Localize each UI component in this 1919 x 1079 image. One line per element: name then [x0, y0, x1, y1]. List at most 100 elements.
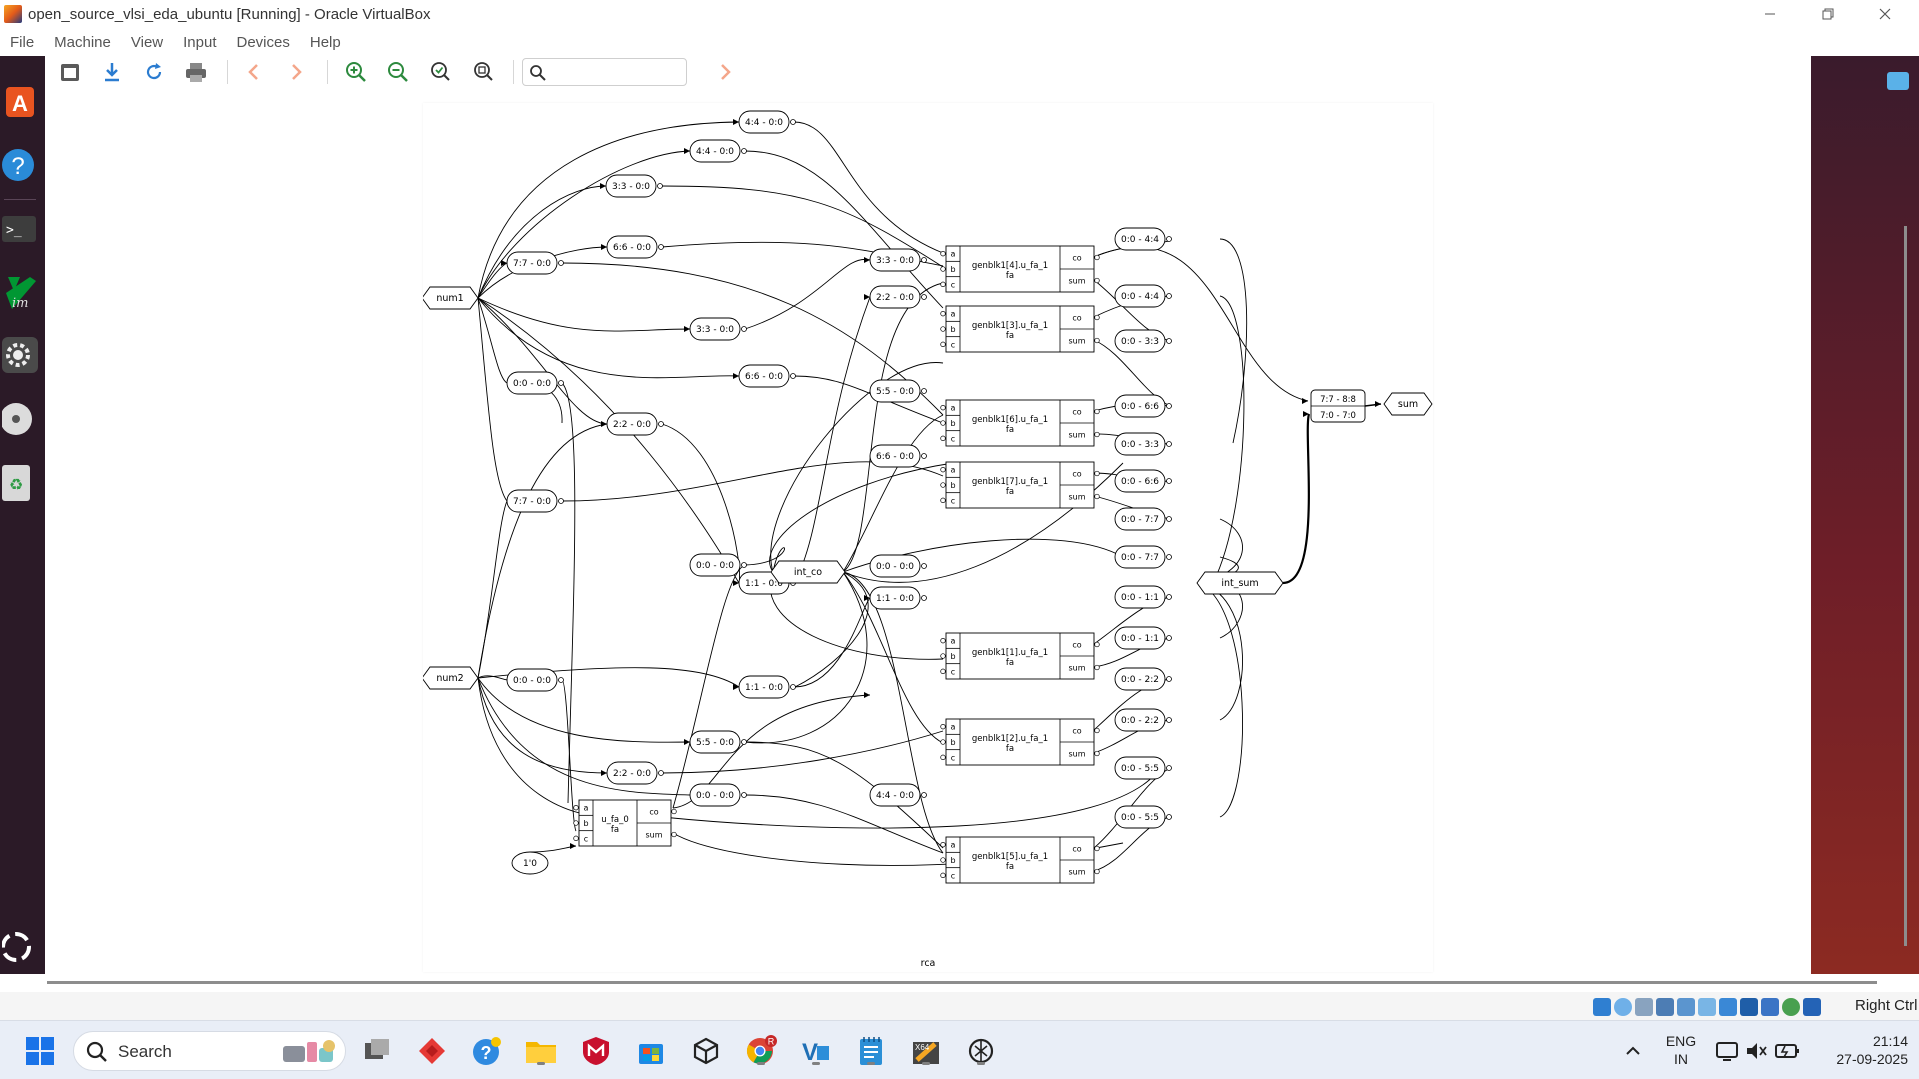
slice-node[interactable]: 0:0 - 3:3: [1114, 329, 1172, 353]
slice-node[interactable]: 0:0 - 0:0: [506, 371, 564, 395]
hard-disk-icon[interactable]: [1593, 998, 1611, 1016]
keyboard-capture-icon[interactable]: [1803, 998, 1821, 1016]
fa-cell[interactable]: abc co sum genblk1[1].u_fa_1fa: [940, 632, 1100, 680]
slice-node[interactable]: 0:0 - 6:6: [1114, 469, 1172, 493]
fa-cell[interactable]: abc co sum genblk1[3].u_fa_1fa: [940, 305, 1100, 353]
slice-node[interactable]: 5:5 - 0:0: [869, 379, 927, 403]
horizontal-scrollbar[interactable]: [47, 981, 1877, 984]
taskbar-app-chatgpt[interactable]: [965, 1035, 997, 1067]
save-button[interactable]: [99, 60, 125, 84]
help-icon[interactable]: ?: [0, 140, 40, 190]
constant-node[interactable]: 1'0: [511, 851, 549, 875]
taskbar-app-file-explorer[interactable]: [525, 1035, 557, 1067]
port-node[interactable]: num1: [423, 286, 479, 310]
close-button[interactable]: [1862, 0, 1908, 28]
taskbar-app-virtualbox[interactable]: V: [800, 1035, 832, 1067]
vim-icon[interactable]: im: [0, 268, 40, 318]
notification-icon[interactable]: [1887, 72, 1909, 90]
find-input[interactable]: [549, 62, 679, 82]
slice-node[interactable]: 0:0 - 4:4: [1114, 227, 1172, 251]
recording-icon[interactable]: [1740, 998, 1758, 1016]
restore-button[interactable]: [1805, 0, 1851, 28]
disc-icon[interactable]: [0, 394, 40, 444]
slice-node[interactable]: 0:0 - 5:5: [1114, 805, 1172, 829]
battery-tray-button[interactable]: [1771, 1035, 1803, 1067]
menu-devices[interactable]: Devices: [237, 34, 290, 51]
vertical-scrollbar[interactable]: [1904, 226, 1907, 946]
slice-node[interactable]: 3:3 - 0:0: [605, 174, 663, 198]
slice-node[interactable]: 4:4 - 0:0: [689, 139, 747, 163]
slice-node[interactable]: 6:6 - 0:0: [606, 235, 664, 259]
menu-file[interactable]: File: [10, 34, 34, 51]
slice-node[interactable]: 6:6 - 0:0: [869, 444, 927, 468]
vm-display[interactable]: A ? >_ im ♻ 4:4 - 0:0 4:4 - 0:0 3:3 - 0:…: [0, 56, 1919, 974]
taskbar-search[interactable]: Search: [73, 1031, 346, 1071]
taskbar-app-notepad[interactable]: [855, 1035, 887, 1067]
taskbar-app-anydesk[interactable]: [416, 1035, 448, 1067]
sidebar-toggle-button[interactable]: [57, 60, 83, 84]
slice-node[interactable]: 2:2 - 0:0: [869, 285, 927, 309]
mouse-integration-icon[interactable]: [1782, 998, 1800, 1016]
back-button[interactable]: [241, 60, 267, 84]
forward-button[interactable]: [283, 60, 309, 84]
optical-drive-icon[interactable]: [1614, 998, 1632, 1016]
find-next-button[interactable]: [712, 60, 738, 84]
fa-cell[interactable]: abc co sum u_fa_0fa: [573, 799, 677, 847]
terminal-icon[interactable]: >_: [0, 204, 40, 254]
slice-node[interactable]: 4:4 - 0:0: [738, 110, 796, 134]
taskbar-app-chrome[interactable]: R: [745, 1035, 777, 1067]
slice-node[interactable]: 2:2 - 0:0: [606, 761, 664, 785]
volume-tray-button[interactable]: [1741, 1035, 1773, 1067]
zoom-out-button[interactable]: [385, 60, 411, 84]
taskbar-app-unity[interactable]: [690, 1035, 722, 1067]
slice-node[interactable]: 0:0 - 0:0: [869, 554, 927, 578]
graph-canvas[interactable]: 4:4 - 0:0 4:4 - 0:0 3:3 - 0:0 6:6 - 0:0 7:7 …: [423, 103, 1433, 972]
task-view-button[interactable]: [361, 1035, 393, 1067]
clock[interactable]: 21:14 27-09-2025: [1808, 1032, 1908, 1068]
slice-node[interactable]: 0:0 - 2:2: [1114, 667, 1172, 691]
menu-help[interactable]: Help: [310, 34, 341, 51]
taskbar-app-mcafee[interactable]: [580, 1035, 612, 1067]
menu-view[interactable]: View: [131, 34, 163, 51]
slice-node[interactable]: 0:0 - 0:0: [506, 668, 564, 692]
shared-folders-icon[interactable]: [1698, 998, 1716, 1016]
display-icon[interactable]: [1719, 998, 1737, 1016]
slice-node[interactable]: 0:0 - 2:2: [1114, 708, 1172, 732]
network-tray-button[interactable]: [1711, 1035, 1743, 1067]
slice-node[interactable]: 0:0 - 7:7: [1114, 507, 1172, 531]
minimize-button[interactable]: [1747, 0, 1793, 28]
slice-node[interactable]: 0:0 - 5:5: [1114, 756, 1172, 780]
taskbar-app-store[interactable]: [635, 1035, 667, 1067]
taskbar-app-xlaunch[interactable]: X64: [910, 1035, 942, 1067]
trash-icon[interactable]: ♻: [0, 458, 40, 508]
taskbar-app-help[interactable]: ?: [471, 1035, 503, 1067]
input-language-indicator[interactable]: ENG IN: [1660, 1032, 1702, 1068]
start-button[interactable]: [24, 1035, 56, 1067]
slice-node[interactable]: 3:3 - 0:0: [689, 317, 747, 341]
show-apps-icon[interactable]: [0, 922, 40, 972]
slice-node[interactable]: 0:0 - 3:3: [1114, 432, 1172, 456]
menu-machine[interactable]: Machine: [54, 34, 111, 51]
slice-node[interactable]: 7:7 - 0:0: [506, 489, 564, 513]
port-node[interactable]: int_co: [770, 560, 846, 584]
fa-cell[interactable]: abc co sum genblk1[4].u_fa_1fa: [940, 245, 1100, 293]
settings-icon[interactable]: [0, 330, 40, 380]
port-node[interactable]: num2: [423, 666, 479, 690]
slice-node[interactable]: 0:0 - 0:0: [689, 783, 747, 807]
zoom-in-button[interactable]: [343, 60, 369, 84]
slice-node[interactable]: 0:0 - 7:7: [1114, 545, 1172, 569]
zoom-fit-button[interactable]: [428, 60, 454, 84]
slice-node[interactable]: 0:0 - 4:4: [1114, 284, 1172, 308]
concat-node[interactable]: 7:7 - 8:8 7:0 - 7:0: [1310, 389, 1366, 423]
slice-node[interactable]: 3:3 - 0:0: [869, 248, 927, 272]
show-hidden-icons-button[interactable]: [1617, 1035, 1649, 1067]
find-field[interactable]: [522, 58, 687, 86]
fa-cell[interactable]: abc co sum genblk1[7].u_fa_1fa: [940, 461, 1100, 509]
fa-cell[interactable]: abc co sum genblk1[6].u_fa_1fa: [940, 399, 1100, 447]
slice-node[interactable]: 0:0 - 6:6: [1114, 394, 1172, 418]
print-button[interactable]: [183, 60, 209, 84]
fa-cell[interactable]: abc co sum genblk1[5].u_fa_1fa: [940, 836, 1100, 884]
port-node[interactable]: sum: [1383, 392, 1433, 416]
reload-button[interactable]: [141, 60, 167, 84]
slice-node[interactable]: 0:0 - 1:1: [1114, 626, 1172, 650]
